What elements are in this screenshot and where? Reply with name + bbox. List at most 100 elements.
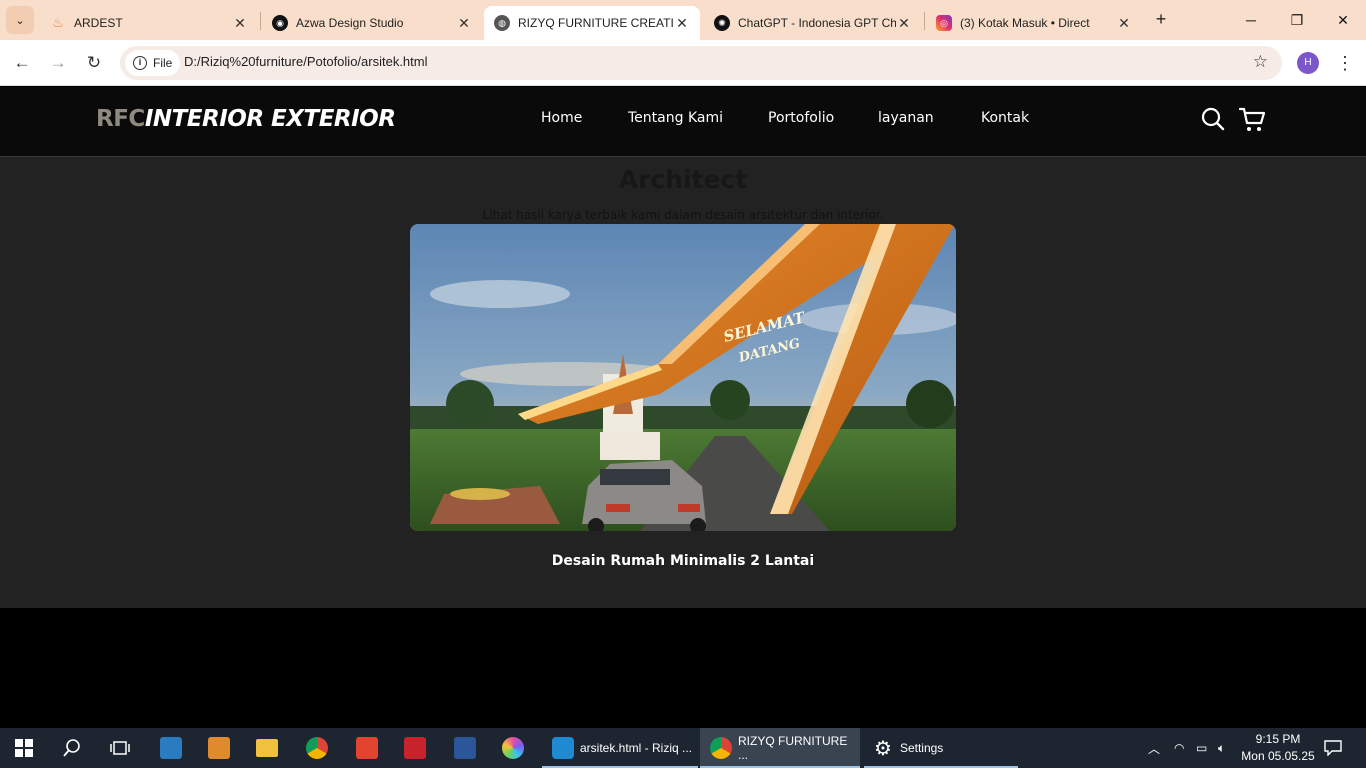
logo-interior-exterior: INTERIOR EXTERIOR [144,106,396,132]
openai-icon: ✺ [714,15,730,31]
tab-ardest[interactable]: ♨ ARDEST ✕ [40,6,258,40]
notification-center-button[interactable] [1322,728,1344,768]
address-bar[interactable]: i File D:/Riziq%20furniture/Potofolio/ar… [120,46,1282,80]
tray-volume[interactable]: 🔈︎ [1218,728,1225,768]
close-icon[interactable]: ✕ [1116,15,1132,32]
bookmark-star-icon[interactable]: ☆ [1253,52,1268,72]
logo-rfc: RFC [96,106,145,132]
info-icon: i [133,56,147,70]
tab-divider [260,12,261,30]
tab-title: Azwa Design Studio [296,16,404,30]
nav-kontak[interactable]: Kontak [981,110,1029,126]
tab-chatgpt[interactable]: ✺ ChatGPT - Indonesia GPT Ch ✕ [704,6,922,40]
taskbar-app-label: arsitek.html - Riziq ... [580,741,693,755]
portfolio-section: Architect Lihat hasil karya terbaik kami… [0,157,1366,608]
tab-azwa-design-studio[interactable]: ◉ Azwa Design Studio ✕ [262,6,482,40]
taskbar-chrome-window[interactable]: RIZYQ FURNITURE ... [700,728,860,768]
tray-network[interactable]: ◠ [1174,728,1184,768]
reload-icon: ↻ [86,53,102,72]
browser-tab-strip: ⌄ ♨ ARDEST ✕ ◉ Azwa Design Studio ✕ ◍ RI… [0,0,1366,40]
restore-button[interactable]: ❐ [1274,0,1320,40]
clock-date: Mon 05.05.25 [1241,749,1315,763]
taskbar-word[interactable] [442,728,488,768]
site-header: RFCINTERIOR EXTERIOR Home Tentang Kami P… [0,87,1366,157]
tab-divider [924,12,925,30]
tray-overflow-chevron[interactable]: ︿ [1148,728,1160,768]
taskbar-chrome[interactable] [294,728,340,768]
tab-rizyq-furniture[interactable]: ◍ RIZYQ FURNITURE CREATION ✕ [484,6,700,40]
chevron-up-icon: ︿ [1148,741,1161,756]
taskbar-photo-app[interactable] [196,728,242,768]
taskbar-app-label: RIZYQ FURNITURE ... [738,734,848,762]
autocad-icon [404,737,426,759]
minimize-button[interactable]: ─ [1228,0,1274,40]
tab-title: RIZYQ FURNITURE CREATION [518,16,674,30]
chrome-icon [306,737,328,759]
site-info-chip[interactable]: i File [125,50,181,76]
search-icon[interactable] [1200,106,1226,132]
acrobat-icon [356,737,378,759]
taskbar-autocad[interactable] [392,728,438,768]
clock-time: 9:15 PM [1255,732,1301,746]
taskbar-search-button[interactable] [48,728,96,768]
wifi-icon: ◠ [1174,741,1185,755]
notification-icon [1324,740,1342,756]
profile-avatar[interactable]: H [1297,52,1319,74]
close-icon[interactable]: ✕ [232,15,248,32]
flame-icon: ♨ [50,15,66,31]
close-icon[interactable]: ✕ [896,15,912,32]
nav-home[interactable]: Home [541,110,582,126]
word-icon [454,737,476,759]
tray-battery[interactable]: ▭ [1196,728,1207,768]
battery-icon: ▭ [1196,741,1208,755]
card-caption: Desain Rumah Minimalis 2 Lantai [551,553,815,569]
chevron-down-icon: ⌄ [15,14,25,27]
taskbar-sketchup[interactable] [148,728,194,768]
tab-search-button[interactable]: ⌄ [6,6,34,34]
close-icon[interactable]: ✕ [674,15,690,32]
photo-app-icon [208,737,230,759]
close-icon: ✕ [1337,11,1349,28]
restore-icon: ❐ [1290,11,1304,28]
arrow-right-icon: → [49,53,67,72]
portfolio-card-image[interactable]: SELAMAT DATANG [410,224,956,531]
folder-icon [256,739,278,757]
taskbar-vscode-window[interactable]: arsitek.html - Riziq ... [542,728,698,768]
globe-icon: ◍ [494,15,510,31]
taskbar-file-explorer[interactable] [244,728,290,768]
task-view-button[interactable] [96,728,144,768]
speaker-icon: 🔈︎ [1218,740,1226,755]
site-info-label: File [153,56,173,70]
browser-menu-icon[interactable]: ⋮ [1336,51,1354,75]
taskbar-settings-window[interactable]: ⚙ Settings [864,728,1018,768]
taskbar-acrobat[interactable] [344,728,390,768]
vscode-icon [552,737,574,759]
windows-taskbar: arsitek.html - Riziq ... RIZYQ FURNITURE… [0,728,1366,768]
taskbar-color-app[interactable] [490,728,536,768]
page-subtitle: Lihat hasil karya terbaik kami dalam des… [482,208,884,222]
new-tab-button[interactable]: + [1150,8,1172,30]
start-button[interactable] [0,728,48,768]
page-title: Architect [618,165,748,194]
reload-button[interactable]: ↻ [82,51,106,75]
task-view-icon [110,741,130,755]
settings-gear-icon: ⚙ [874,737,892,760]
instagram-icon: ◎ [936,15,952,31]
forward-button[interactable]: → [46,51,70,75]
tab-title: (3) Kotak Masuk • Direct [960,16,1090,30]
site-logo[interactable]: RFCINTERIOR EXTERIOR [96,106,396,132]
tab-title: ARDEST [74,16,123,30]
browser-toolbar: ← → ↻ i File D:/Riziq%20furniture/Potofo… [0,40,1366,86]
cart-icon[interactable] [1238,105,1266,133]
chrome-icon [710,737,732,759]
tab-instagram-direct[interactable]: ◎ (3) Kotak Masuk • Direct ✕ [926,6,1142,40]
close-window-button[interactable]: ✕ [1320,0,1366,40]
search-icon [63,739,80,757]
close-icon[interactable]: ✕ [456,15,472,32]
nav-portofolio[interactable]: Portofolio [768,110,834,126]
url-text[interactable]: D:/Riziq%20furniture/Potofolio/arsitek.h… [184,54,428,69]
nav-layanan[interactable]: layanan [878,110,934,126]
taskbar-clock[interactable]: 9:15 PM Mon 05.05.25 [1238,731,1318,765]
nav-tentang-kami[interactable]: Tentang Kami [628,110,723,126]
back-button[interactable]: ← [10,51,34,75]
